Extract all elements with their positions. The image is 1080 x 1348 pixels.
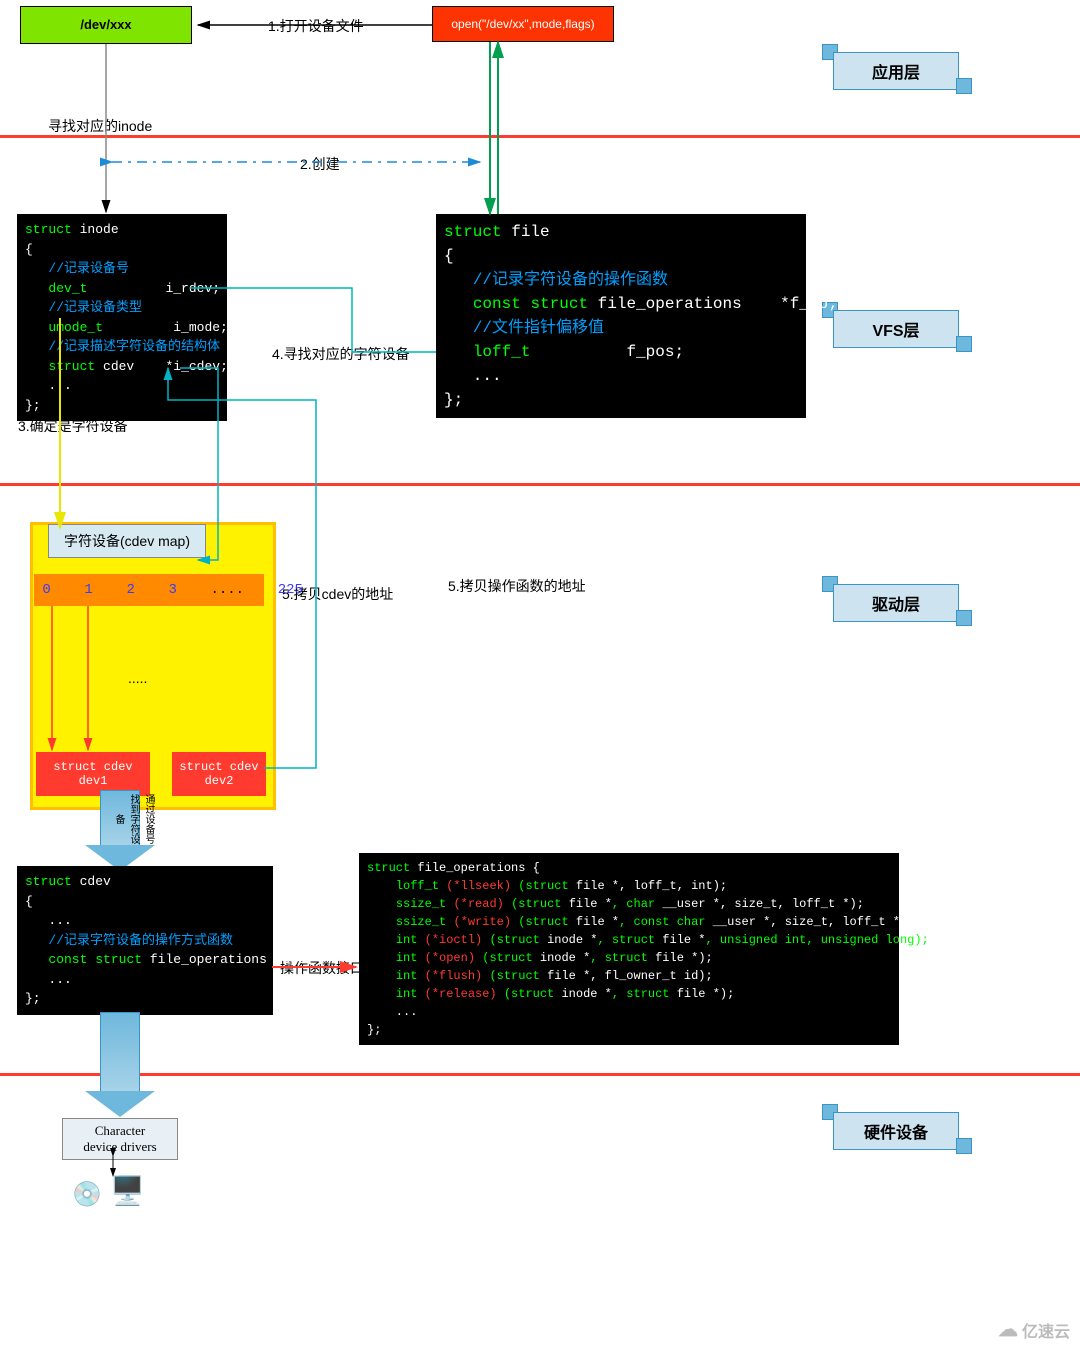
computer-icon: 🖥️ bbox=[110, 1174, 145, 1207]
layer-vfs: VFS层 bbox=[833, 310, 959, 348]
watermark: ☁ 亿速云 bbox=[998, 1317, 1070, 1342]
cloud-icon: ☁ bbox=[998, 1317, 1018, 1342]
separator-driver-hw bbox=[0, 1073, 1080, 1076]
cdev-map-title: 字符设备(cdev map) bbox=[48, 524, 206, 558]
disk-icon: 💿 bbox=[72, 1180, 102, 1209]
diagram-canvas: 应用层 VFS层 驱动层 硬件设备 /dev/xxx open("/dev/xx… bbox=[0, 0, 1080, 1348]
cdev-dev2: struct cdev dev2 bbox=[172, 752, 266, 796]
label-step4: 4.寻找对应的字符设备 bbox=[272, 344, 410, 364]
character-drivers-box: Characterdevice drivers bbox=[62, 1118, 178, 1160]
separator-vfs-driver bbox=[0, 483, 1080, 486]
dev-file-box: /dev/xxx bbox=[20, 6, 192, 44]
big-arrow-hw bbox=[100, 1012, 140, 1094]
layer-app: 应用层 bbox=[833, 52, 959, 90]
label-step1: 1.打开设备文件 bbox=[268, 16, 364, 36]
code-struct-inode: struct inode { //记录设备号 dev_t i_rdev; //记… bbox=[17, 214, 227, 421]
big-arrow-cdev: 通过设备号找到字符设备 bbox=[100, 790, 140, 848]
separator-app-vfs bbox=[0, 135, 1080, 138]
cdev-index-bar: 0 1 2 3 .... 225 bbox=[34, 574, 264, 606]
label-step2: 2.创建 bbox=[296, 154, 344, 174]
open-call-box: open("/dev/xx",mode,flags) bbox=[432, 6, 614, 42]
layer-driver: 驱动层 bbox=[833, 584, 959, 622]
code-struct-file: struct file { //记录字符设备的操作函数 const struct… bbox=[436, 214, 806, 418]
cdev-map-dots: ..... bbox=[128, 670, 147, 686]
label-find-inode: 寻找对应的inode bbox=[48, 116, 152, 136]
code-file-operations: struct file_operations { loff_t (*llseek… bbox=[359, 853, 899, 1045]
label-step5-ops: 5.拷贝操作函数的地址 bbox=[448, 576, 586, 596]
code-struct-cdev: struct cdev { ... //记录字符设备的操作方式函数 const … bbox=[17, 866, 273, 1015]
layer-hw: 硬件设备 bbox=[833, 1112, 959, 1150]
